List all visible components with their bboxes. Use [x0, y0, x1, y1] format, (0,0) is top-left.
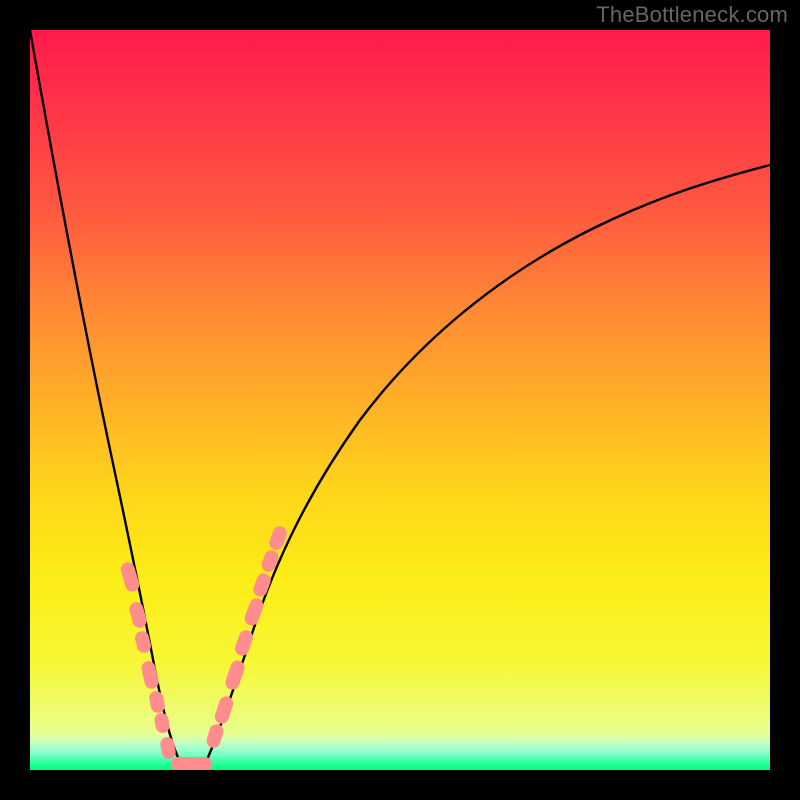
curve-right-branch [206, 165, 770, 762]
watermark-text: TheBottleneck.com [596, 2, 788, 28]
curve-overlay [30, 30, 770, 770]
curve-left-branch [30, 30, 180, 762]
markers-left [119, 561, 177, 760]
chart-frame: TheBottleneck.com [0, 0, 800, 800]
plot-area [30, 30, 770, 770]
markers-right [205, 524, 289, 749]
